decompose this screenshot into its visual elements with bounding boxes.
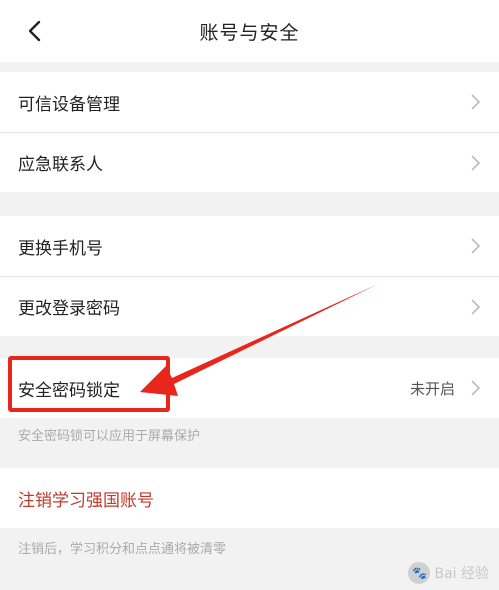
baidu-watermark: 🐾 Bai 经验 (408, 562, 489, 584)
annotation-arrow-icon (140, 284, 378, 396)
watermark-text: Bai 经验 (434, 566, 489, 582)
paw-icon: 🐾 (408, 562, 431, 584)
